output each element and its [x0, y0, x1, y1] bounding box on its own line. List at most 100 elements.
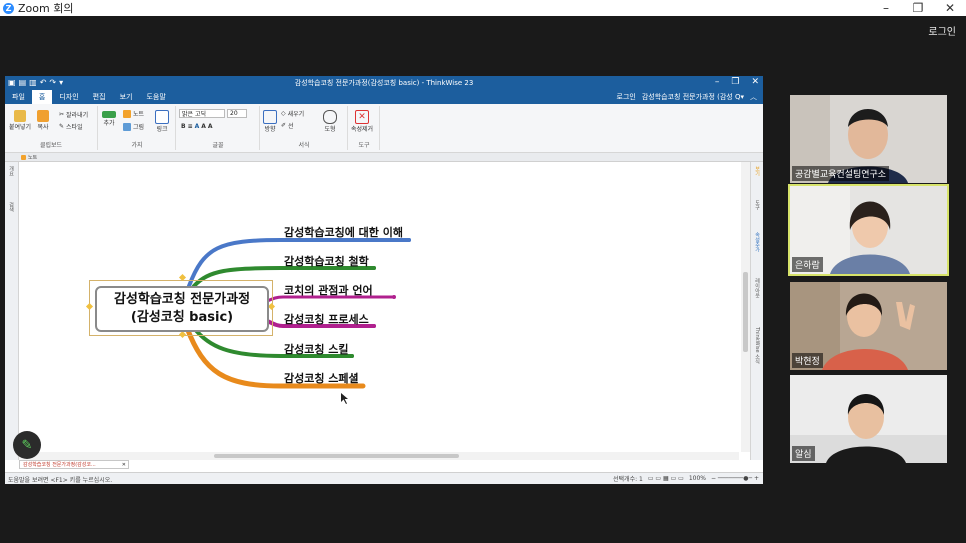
clipboard-group: 붙여넣기 복사 ✂ 잘라내기 ✎ 스타일 클립보드 — [5, 106, 98, 150]
note-button[interactable]: 노트 — [123, 109, 144, 118]
tab-file[interactable]: 파일 — [5, 90, 32, 104]
zoom-window-title: Zoom 회의 — [18, 2, 74, 15]
participant-name: 알심 — [792, 446, 815, 461]
branch-group-label: 가지 — [131, 142, 143, 149]
news-panel-tab[interactable]: ThinkWise 소식 — [754, 327, 761, 364]
branch-topic[interactable]: 감성코칭 스킬 — [284, 341, 349, 357]
participant-video[interactable]: 공감별교육컨설팅연구소 — [790, 95, 947, 183]
save-icon[interactable]: ▤ — [19, 78, 27, 87]
redo-icon[interactable]: ↷ — [49, 78, 56, 87]
zoom-title-bar: Z Zoom 회의 – ❐ ✕ — [0, 0, 966, 16]
participant-video-active-speaker[interactable]: 은하람 — [788, 184, 949, 276]
app-logo-icon[interactable]: ▣ — [8, 78, 16, 87]
shape-icon — [323, 110, 337, 124]
add-branch-icon — [102, 111, 116, 118]
add-branch-button[interactable]: 추가 — [102, 111, 116, 127]
collapse-ribbon-icon[interactable]: ︿ — [750, 92, 757, 102]
tab-design[interactable]: 디자인 — [52, 90, 85, 104]
add-property-panel-tab[interactable]: 속성추가 — [754, 232, 761, 252]
grow-font-icon[interactable]: A — [201, 123, 206, 130]
customize-icon[interactable]: ▾ — [59, 78, 63, 87]
left-side-panel: 개요 검색 — [5, 162, 19, 460]
layout-panel-tab[interactable]: 레이아웃 — [754, 278, 761, 298]
participant-name: 공감별교육컨설팅연구소 — [792, 166, 890, 181]
restore-icon[interactable]: ❐ — [902, 0, 934, 16]
app-minimize-icon[interactable]: – — [715, 77, 720, 87]
picture-button[interactable]: 그림 — [123, 122, 144, 131]
font-size-select[interactable]: 20 — [227, 109, 247, 118]
note-icon — [123, 109, 131, 118]
copy-icon — [37, 110, 49, 122]
bold-icon[interactable]: B — [181, 123, 186, 130]
central-topic[interactable]: 감성학습코칭 전문가과정 (감성코칭 basic) — [95, 286, 269, 332]
shrink-font-icon[interactable]: A — [208, 123, 213, 130]
tab-view[interactable]: 보기 — [113, 90, 140, 104]
ribbon: 붙여넣기 복사 ✂ 잘라내기 ✎ 스타일 클립보드 추가 노트 그림 링크 가지… — [5, 104, 763, 153]
vertical-scroll-thumb[interactable] — [743, 272, 748, 352]
new-style-button[interactable]: ◇ 새우기 — [281, 109, 304, 118]
font-family-select[interactable]: 맑은 고딕 — [179, 109, 225, 118]
selection-count: 선택개수: 1 — [613, 476, 643, 483]
tab-edit[interactable]: 편집 — [86, 90, 113, 104]
branch-topic[interactable]: 감성코칭 스페셜 — [284, 370, 359, 386]
style-button[interactable]: ✎ 스타일 — [59, 122, 83, 131]
minimize-icon[interactable]: – — [870, 0, 902, 16]
document-search[interactable]: 감성학습코칭 전문가과정 (감성 Q▾ — [642, 92, 744, 102]
close-tab-icon[interactable]: ✕ — [122, 462, 126, 468]
zoom-slider[interactable]: − ───────●─ + — [711, 475, 759, 482]
zoom-login-button[interactable]: 로그인 — [928, 23, 956, 38]
shared-screen-window: ▣ ▤ ▥ ↶ ↷ ▾ 감성학습코칭 전문가과정(감성코칭 basic) - T… — [5, 76, 763, 484]
pen-tool-button[interactable]: ✎ — [13, 431, 41, 459]
branch-topic[interactable]: 감성코칭 프로세스 — [284, 311, 369, 327]
link-button[interactable]: 링크 — [155, 110, 169, 133]
horizontal-scrollbar[interactable] — [19, 452, 739, 460]
participant-video[interactable]: 박현정 — [790, 282, 947, 370]
participant-video[interactable]: 알심 — [790, 375, 947, 463]
format-group-label: 서식 — [298, 142, 310, 149]
zoom-logo-icon: Z — [3, 2, 14, 14]
status-hint: 도움말을 보려면 <F1> 키를 누르십시오. — [8, 476, 113, 484]
line-button[interactable]: ✐ 선 — [281, 121, 294, 130]
participant-name: 은하람 — [792, 257, 823, 272]
shape-button[interactable]: 도형 — [323, 110, 337, 133]
close-icon[interactable]: ✕ — [934, 0, 966, 16]
central-topic-line1: 감성학습코칭 전문가과정 — [113, 292, 251, 307]
app-restore-icon[interactable]: ❐ — [731, 77, 739, 87]
view-mode-icons[interactable]: ▭ ▭ ▦ ▭ ▭ — [648, 475, 684, 482]
search-panel-tab[interactable]: 검색 — [8, 202, 15, 212]
map-document-tab[interactable]: 감성학습코칭 전문가과정(감성코... ✕ — [19, 460, 129, 469]
horizontal-scroll-thumb[interactable] — [214, 454, 459, 458]
app-close-icon[interactable]: ✕ — [751, 77, 759, 87]
view-panel-tab[interactable]: 보기 — [754, 166, 761, 176]
tab-home[interactable]: 홈 — [31, 90, 53, 104]
branch-topic[interactable]: 감성학습코칭 철학 — [284, 253, 369, 269]
cut-button[interactable]: ✂ 잘라내기 — [59, 110, 88, 119]
branch-topic[interactable]: 감성학습코칭에 대한 이해 — [284, 224, 403, 240]
outline-panel-tab[interactable]: 개요 — [8, 166, 15, 176]
align-icon[interactable]: ≡ — [188, 123, 193, 130]
vertical-scrollbar[interactable] — [741, 162, 750, 452]
participant-name: 박현정 — [792, 353, 823, 368]
tools-group: ✕ 속성제거 도구 — [349, 106, 380, 150]
app-login-link[interactable]: 로그인 — [617, 92, 636, 102]
tools-panel-tab[interactable]: 도구 — [754, 200, 761, 210]
paste-button[interactable]: 붙여넣기 — [9, 110, 31, 131]
branch-group: 추가 노트 그림 링크 가지 — [99, 106, 176, 150]
sparkle-icon: ◇ — [281, 110, 286, 117]
layout-button[interactable]: 방향 — [263, 110, 277, 133]
clipboard-group-label: 클립보드 — [39, 142, 63, 149]
font-color-icon[interactable]: A — [195, 123, 200, 130]
undo-icon[interactable]: ↶ — [40, 78, 47, 87]
note-tab[interactable]: 노트 — [21, 153, 37, 161]
document-tab-bar: 노트 — [5, 153, 763, 162]
print-icon[interactable]: ▥ — [29, 78, 37, 87]
note-tab-icon — [21, 154, 26, 160]
branch-topic[interactable]: 코치의 관점과 언어 — [284, 282, 373, 298]
tab-help[interactable]: 도움말 — [139, 90, 172, 104]
copy-button[interactable]: 복사 — [37, 110, 49, 131]
picture-icon — [123, 122, 131, 131]
font-group-label: 글꼴 — [212, 142, 224, 149]
app-window-title: 감성학습코칭 전문가과정(감성코칭 basic) - ThinkWise 23 — [294, 79, 474, 87]
mindmap-canvas[interactable]: 감성학습코칭 전문가과정 (감성코칭 basic) 감성학습코칭에 대한 이해 … — [19, 162, 739, 452]
remove-property-button[interactable]: ✕ 속성제거 — [351, 110, 373, 133]
